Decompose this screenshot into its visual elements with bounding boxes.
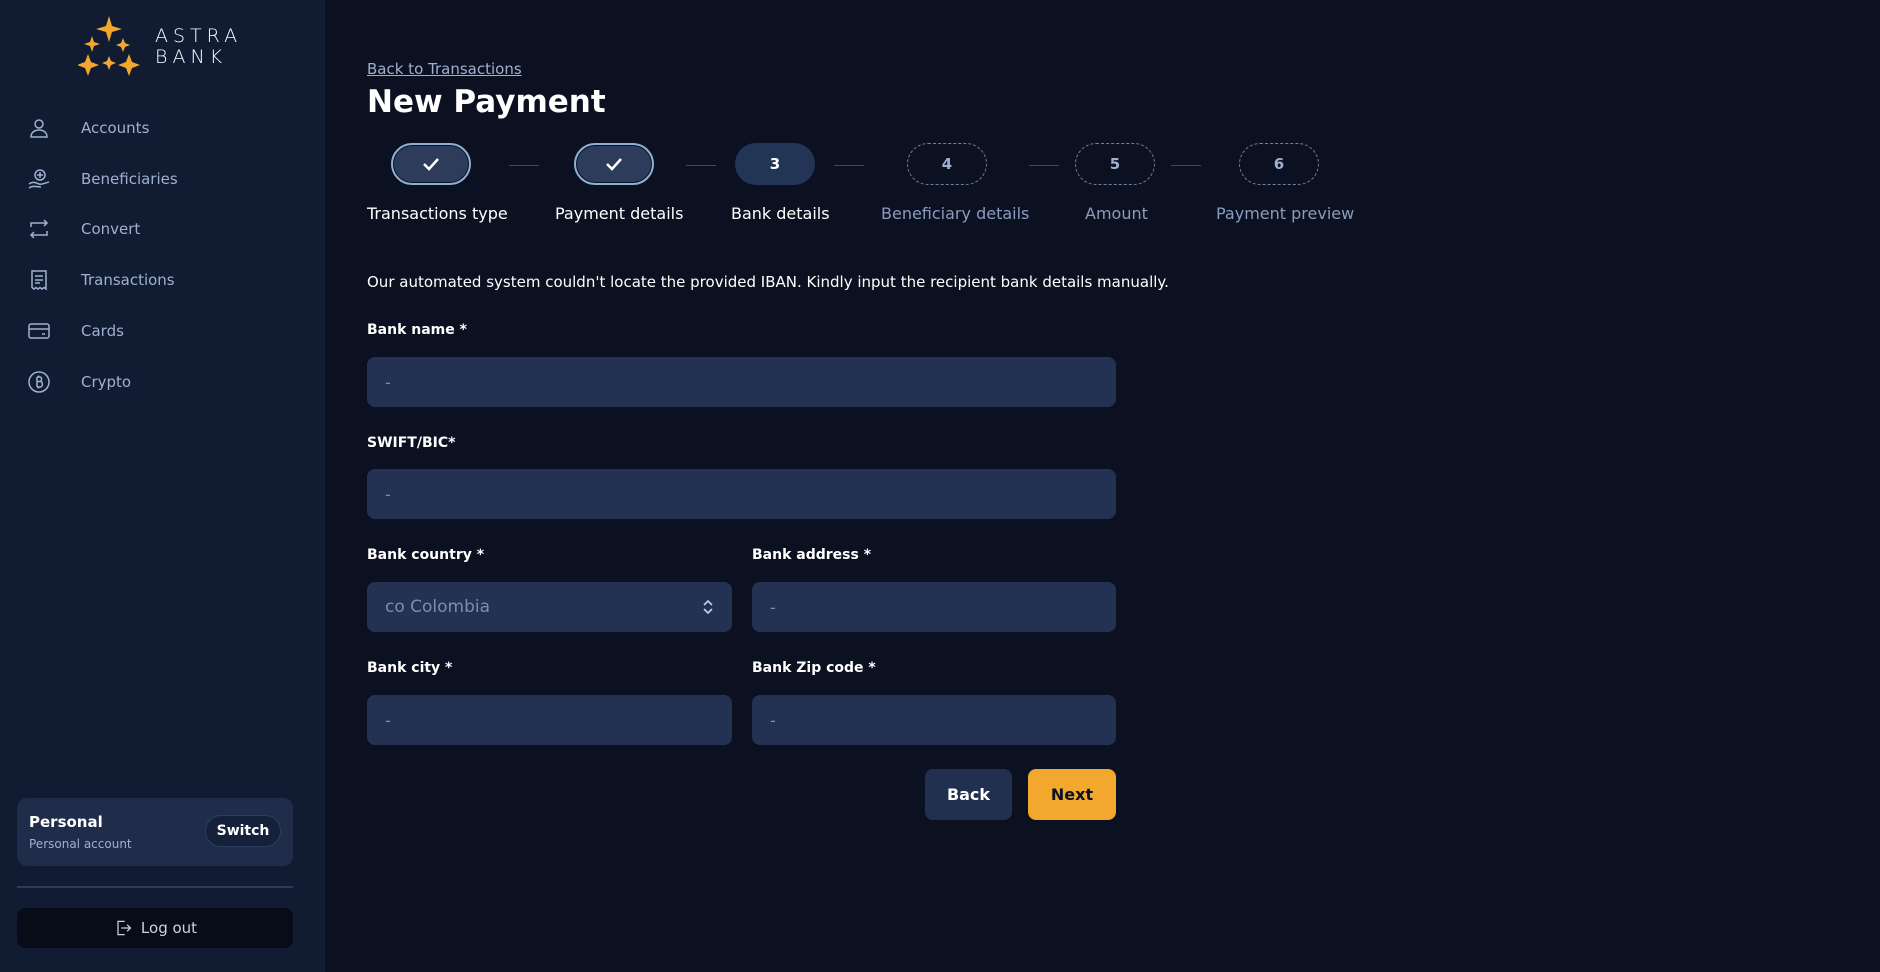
check-icon <box>423 158 439 171</box>
step-connector <box>509 165 539 166</box>
bank-city-input[interactable] <box>367 695 732 745</box>
step-3-label: Bank details <box>731 204 830 223</box>
step-5-indicator: 5 <box>1075 143 1155 185</box>
step-6-label: Payment preview <box>1216 204 1355 223</box>
sidebar-item-transactions[interactable]: Transactions <box>0 260 325 300</box>
sidebar: ASTRA BANK Accounts Beneficiaries Conver… <box>0 0 325 972</box>
select-chevron-icon <box>703 599 713 615</box>
step-1-indicator[interactable] <box>391 143 471 185</box>
sidebar-divider <box>17 886 293 888</box>
swift-bic-input[interactable] <box>367 469 1116 519</box>
step-4-indicator: 4 <box>907 143 987 185</box>
swift-bic-label: SWIFT/BIC* <box>367 435 456 451</box>
convert-icon <box>29 219 49 239</box>
bank-address-label: Bank address * <box>752 547 872 563</box>
sidebar-item-label: Cards <box>81 322 124 340</box>
sidebar-item-crypto[interactable]: Crypto <box>0 362 325 402</box>
card-icon <box>28 323 50 339</box>
sidebar-item-label: Crypto <box>81 373 132 391</box>
step-2-label: Payment details <box>555 204 684 223</box>
bank-name-input[interactable] <box>367 357 1116 407</box>
step-5-label: Amount <box>1085 204 1148 223</box>
logout-label: Log out <box>140 919 198 937</box>
switch-account-button[interactable]: Switch <box>205 815 281 847</box>
sidebar-item-beneficiaries[interactable]: Beneficiaries <box>0 159 325 199</box>
bank-zip-input[interactable] <box>752 695 1116 745</box>
user-icon <box>30 119 48 138</box>
bank-zip-label: Bank Zip code * <box>752 660 876 676</box>
bank-country-select[interactable]: co Colombia <box>367 582 732 632</box>
sidebar-item-cards[interactable]: Cards <box>0 311 325 351</box>
sidebar-item-label: Convert <box>81 220 141 238</box>
bitcoin-icon <box>28 371 50 393</box>
step-connector <box>1171 165 1201 166</box>
bank-address-input[interactable] <box>752 582 1116 632</box>
logout-icon <box>117 920 132 936</box>
step-connector <box>834 165 864 166</box>
account-switcher-card: Personal Personal account Switch <box>17 798 293 866</box>
step-6-indicator: 6 <box>1239 143 1319 185</box>
back-to-transactions-link[interactable]: Back to Transactions <box>367 60 522 78</box>
check-icon <box>606 158 622 171</box>
brand-name: ASTRA BANK <box>155 26 242 68</box>
step-3-indicator: 3 <box>735 143 815 185</box>
brand-line-1: ASTRA <box>155 25 243 47</box>
step-4-label: Beneficiary details <box>881 204 1030 223</box>
sidebar-item-label: Accounts <box>81 119 150 137</box>
step-connector <box>686 165 716 166</box>
sidebar-item-accounts[interactable]: Accounts <box>0 108 325 148</box>
sidebar-item-label: Beneficiaries <box>81 170 178 188</box>
iban-not-found-notice: Our automated system couldn't locate the… <box>367 273 1169 291</box>
page-title: New Payment <box>367 84 606 120</box>
bank-name-label: Bank name * <box>367 322 467 338</box>
logout-button[interactable]: Log out <box>17 908 293 948</box>
beneficiaries-icon <box>28 169 50 189</box>
next-button[interactable]: Next <box>1028 769 1116 820</box>
bank-city-label: Bank city * <box>367 660 453 676</box>
step-connector <box>1029 165 1059 166</box>
sidebar-item-convert[interactable]: Convert <box>0 209 325 249</box>
bank-country-label: Bank country * <box>367 547 485 563</box>
account-name: Personal <box>29 813 103 831</box>
account-type: Personal account <box>29 837 132 851</box>
sidebar-item-label: Transactions <box>81 271 175 289</box>
brand-line-2: BANK <box>155 46 228 68</box>
back-button[interactable]: Back <box>925 769 1012 820</box>
step-1-label: Transactions type <box>367 204 508 223</box>
step-2-indicator[interactable] <box>574 143 654 185</box>
bank-country-value: co Colombia <box>385 597 491 617</box>
receipt-icon <box>31 270 47 291</box>
